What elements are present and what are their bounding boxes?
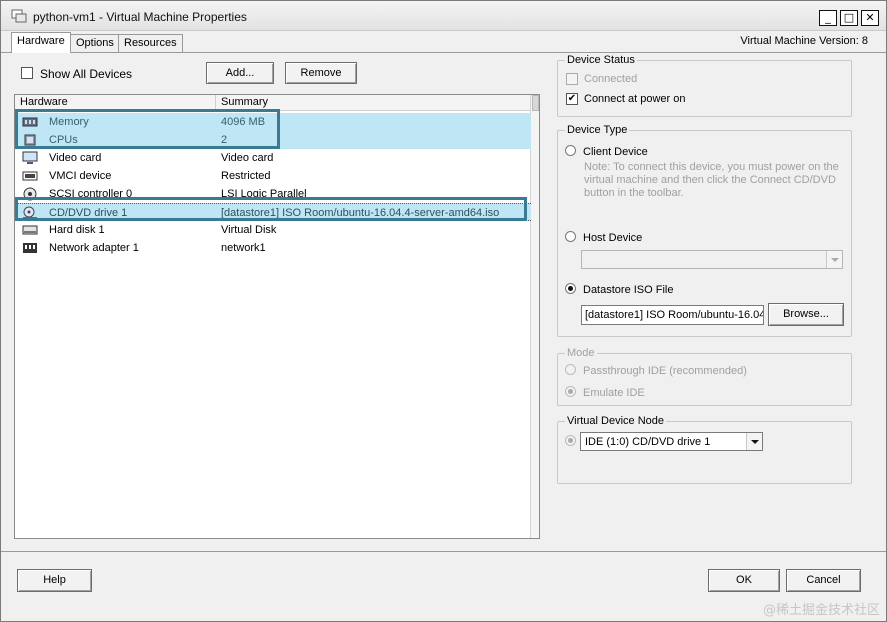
- virtual-device-node-title: Virtual Device Node: [565, 415, 667, 427]
- vm-icon: [11, 9, 27, 23]
- client-device-note-line-3: button in the toolbar.: [584, 187, 684, 199]
- client-device-note-line-1: Note: To connect this device, you must p…: [584, 161, 839, 173]
- device-row-scsi-controller[interactable]: SCSI controller 0 LSI Logic Parallel: [15, 185, 531, 203]
- hard-disk-icon: [22, 225, 38, 235]
- chevron-down-icon[interactable]: [746, 433, 762, 450]
- client-device-radio[interactable]: [565, 145, 576, 156]
- watermark: @稀土掘金技术社区: [762, 603, 880, 618]
- minimize-button[interactable]: _: [819, 10, 837, 26]
- list-scrollbar[interactable]: [530, 95, 539, 538]
- network-adapter-icon: [23, 243, 37, 253]
- tab-resources[interactable]: Resources: [118, 34, 183, 52]
- close-button[interactable]: ✕: [861, 10, 879, 26]
- emulate-ide-label: Emulate IDE: [583, 387, 645, 399]
- hardware-list: Hardware Summary Memory 4096 MB CPUs 2 V…: [14, 94, 540, 539]
- tab-hardware[interactable]: Hardware: [11, 32, 71, 53]
- device-summary: 4096 MB: [221, 116, 266, 128]
- show-all-devices-checkbox[interactable]: [21, 67, 33, 79]
- device-row-cpus[interactable]: CPUs 2: [15, 131, 531, 149]
- datastore-iso-label: Datastore ISO File: [583, 284, 674, 296]
- ok-button[interactable]: OK: [708, 569, 780, 592]
- help-button[interactable]: Help: [17, 569, 92, 592]
- scsi-controller-icon: [23, 187, 37, 201]
- device-row-video-card[interactable]: Video card Video card: [15, 149, 531, 167]
- list-header: Hardware Summary: [15, 95, 531, 111]
- maximize-button[interactable]: □: [840, 10, 858, 26]
- device-row-memory[interactable]: Memory 4096 MB: [15, 113, 531, 131]
- datastore-iso-radio[interactable]: [565, 283, 576, 294]
- video-card-icon: [22, 151, 38, 164]
- emulate-ide-radio[interactable]: [565, 386, 576, 397]
- device-row-hard-disk[interactable]: Hard disk 1 Virtual Disk: [15, 221, 531, 239]
- host-device-label: Host Device: [583, 232, 643, 244]
- device-summary: network1: [221, 242, 266, 254]
- device-name: Hard disk 1: [49, 224, 105, 236]
- vm-properties-window: python-vm1 - Virtual Machine Properties …: [0, 0, 887, 622]
- vmci-device-icon: [22, 171, 38, 181]
- vm-version-label: Virtual Machine Version: 8: [740, 35, 868, 47]
- device-name: CD/DVD drive 1: [49, 207, 128, 219]
- device-name: Memory: [49, 116, 89, 128]
- host-device-radio[interactable]: [565, 231, 576, 242]
- remove-device-button[interactable]: Remove: [285, 62, 357, 84]
- connected-label: Connected: [584, 73, 638, 85]
- device-summary: Video card: [221, 152, 274, 164]
- window-title: python-vm1 - Virtual Machine Properties: [33, 10, 247, 24]
- cd-dvd-drive-icon: [23, 206, 37, 219]
- tab-options[interactable]: Options: [70, 34, 120, 52]
- device-status-title: Device Status: [565, 54, 637, 66]
- device-name: Video card: [49, 152, 102, 164]
- device-row-vmci-device[interactable]: VMCI device Restricted: [15, 167, 531, 185]
- client-device-note-line-2: virtual machine and then click the Conne…: [584, 174, 836, 186]
- column-header-summary[interactable]: Summary: [216, 95, 531, 110]
- footer-divider: [1, 551, 886, 552]
- memory-icon: [22, 117, 38, 127]
- passthrough-ide-label: Passthrough IDE (recommended): [583, 365, 747, 377]
- cancel-button[interactable]: Cancel: [786, 569, 861, 592]
- device-summary: Restricted: [221, 170, 271, 182]
- virtual-device-node-select[interactable]: IDE (1:0) CD/DVD drive 1: [580, 432, 763, 451]
- browse-button[interactable]: Browse...: [768, 303, 844, 326]
- connect-at-power-on-checkbox[interactable]: ✔: [566, 93, 578, 105]
- device-name: Network adapter 1: [49, 242, 139, 254]
- datastore-iso-path-field[interactable]: [datastore1] ISO Room/ubuntu-16.04.4-ser…: [581, 305, 764, 325]
- mode-title: Mode: [565, 347, 597, 359]
- virtual-device-node-group: Virtual Device Node: [557, 415, 852, 484]
- chevron-down-icon[interactable]: [826, 251, 842, 268]
- device-name: SCSI controller 0: [49, 188, 133, 200]
- device-row-network-adapter[interactable]: Network adapter 1 network1: [15, 239, 531, 257]
- device-status-group: Device Status: [557, 54, 852, 117]
- datastore-iso-path-value: [datastore1] ISO Room/ubuntu-16.04.4-ser…: [585, 309, 764, 321]
- device-type-title: Device Type: [565, 124, 630, 136]
- title-bar[interactable]: python-vm1 - Virtual Machine Properties …: [1, 1, 886, 31]
- host-device-select[interactable]: [581, 250, 843, 269]
- show-all-devices-label: Show All Devices: [40, 67, 133, 81]
- device-summary: 2: [221, 134, 228, 146]
- device-name: VMCI device: [49, 170, 112, 182]
- scrollbar-thumb[interactable]: [532, 95, 539, 111]
- device-row-cd-dvd-drive[interactable]: CD/DVD drive 1 [datastore1] ISO Room/ubu…: [15, 203, 531, 221]
- device-name: CPUs: [49, 134, 78, 146]
- device-summary: [datastore1] ISO Room/ubuntu-16.04.4-ser…: [221, 207, 500, 219]
- connect-at-power-on-label: Connect at power on: [584, 93, 686, 105]
- cpu-icon: [24, 134, 36, 146]
- passthrough-ide-radio[interactable]: [565, 364, 576, 375]
- virtual-device-node-radio[interactable]: [565, 435, 576, 446]
- column-header-hardware[interactable]: Hardware: [15, 95, 216, 110]
- device-summary: LSI Logic Parallel: [221, 188, 307, 200]
- client-device-label: Client Device: [583, 146, 648, 158]
- virtual-device-node-value: IDE (1:0) CD/DVD drive 1: [585, 436, 711, 448]
- device-summary: Virtual Disk: [221, 224, 277, 236]
- add-device-button[interactable]: Add...: [206, 62, 274, 84]
- connected-checkbox[interactable]: [566, 73, 578, 85]
